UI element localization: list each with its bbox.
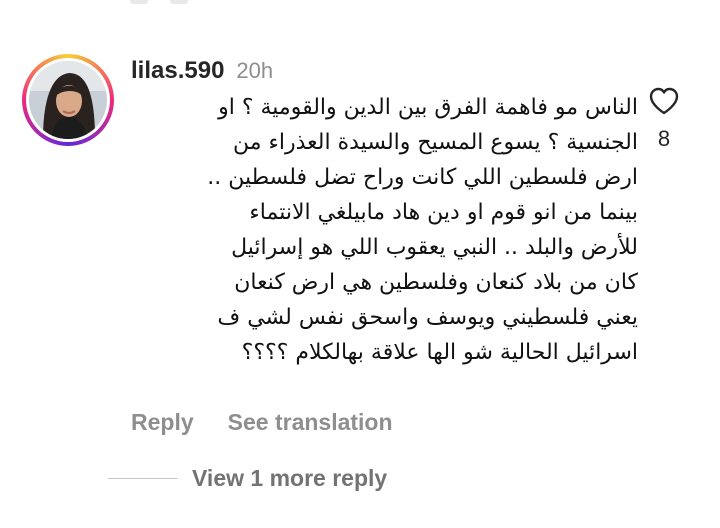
previous-comment-actions <box>130 0 188 4</box>
comment-line: يعني فلسطيني ويوسف واسحق نفس لشي ف <box>217 305 638 330</box>
comment-line: كان من بلاد كنعان وفلسطين هي ارض كنعان <box>234 270 638 295</box>
see-translation-button[interactable]: See translation <box>228 409 393 436</box>
avatar <box>29 61 107 139</box>
replies-divider <box>108 478 178 479</box>
comment-line: بينما من انو قوم او دين هاد مابيلغي الان… <box>249 200 638 225</box>
comment-text: الناس مو فاهمة الفرق بين الدين والقومية … <box>118 90 638 370</box>
like-count: 8 <box>657 126 671 151</box>
comment-timestamp: 20h <box>236 58 274 83</box>
comment-line: الناس مو فاهمة الفرق بين الدين والقومية … <box>218 95 638 120</box>
previous-action-fragment <box>170 0 188 4</box>
view-more-replies-label: View 1 more reply <box>192 465 388 491</box>
previous-action-fragment <box>130 0 148 4</box>
avatar-photo <box>29 61 107 139</box>
comment-line: الجنسية ؟ يسوع المسيح والسيدة العذراء من <box>233 130 638 155</box>
comment-line: ارض فلسطين اللي كانت وراح تضل فلسطين .. <box>207 165 638 190</box>
heart-outline-icon[interactable] <box>648 86 680 116</box>
comment-username[interactable]: lilas.590 <box>131 57 224 85</box>
reply-button[interactable]: Reply <box>131 409 194 436</box>
comment-header: lilas.590 20h <box>131 57 273 85</box>
comment-actions: Reply See translation <box>131 409 393 436</box>
view-more-replies-button[interactable]: View 1 more reply <box>108 465 387 492</box>
comment-like: 8 <box>648 86 680 152</box>
comment-line: اسرائيل الحالية شو الها علاقة بهالكلام ؟… <box>241 340 638 365</box>
avatar-ring-gap <box>26 58 110 142</box>
avatar-story-ring[interactable] <box>22 54 114 146</box>
comment-line: للأرض والبلد .. النبي يعقوب اللي هو إسرا… <box>231 235 638 260</box>
